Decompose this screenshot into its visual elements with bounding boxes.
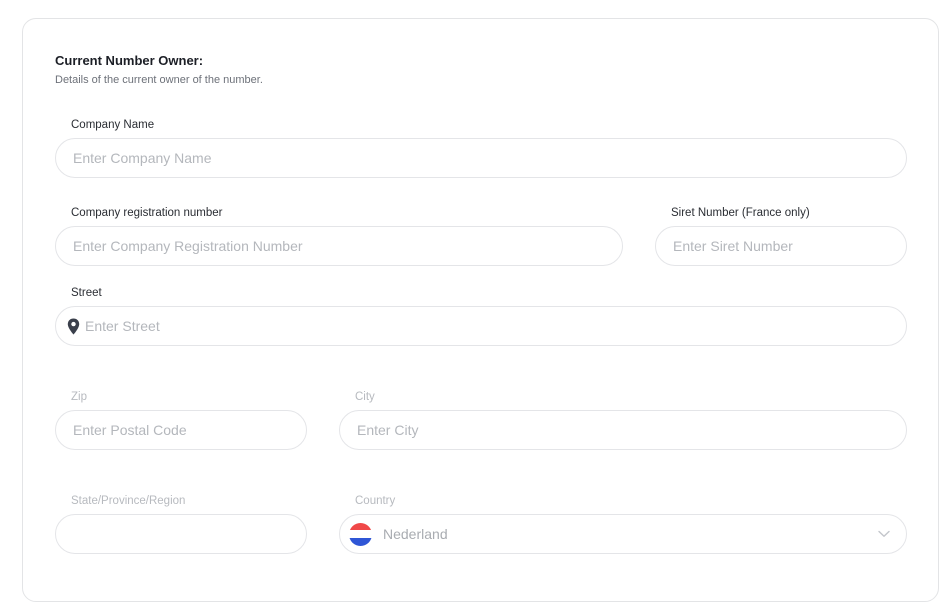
country-label: Country: [355, 495, 396, 507]
state-input[interactable]: [73, 515, 292, 553]
state-field[interactable]: [55, 514, 307, 554]
zip-input[interactable]: [73, 411, 292, 449]
city-label: City: [355, 391, 375, 403]
street-label: Street: [71, 287, 102, 299]
zip-label: Zip: [71, 391, 87, 403]
chevron-down-icon[interactable]: [878, 530, 890, 538]
siret-number-input[interactable]: [673, 227, 892, 265]
street-input[interactable]: [85, 307, 892, 345]
siret-number-label: Siret Number (France only): [671, 207, 810, 219]
netherlands-flag-icon: [349, 522, 372, 546]
city-input[interactable]: [357, 411, 892, 449]
country-select[interactable]: Nederland: [339, 514, 907, 554]
registration-number-input[interactable]: [73, 227, 608, 265]
city-field[interactable]: [339, 410, 907, 450]
registration-number-label: Company registration number: [71, 207, 223, 219]
registration-number-field[interactable]: [55, 226, 623, 266]
state-label: State/Province/Region: [71, 495, 186, 507]
company-name-label: Company Name: [71, 119, 155, 131]
company-name-field[interactable]: [55, 138, 907, 178]
zip-field[interactable]: [55, 410, 307, 450]
location-pin-icon: [67, 318, 80, 335]
street-field[interactable]: [55, 306, 907, 346]
section-subtitle: Details of the current owner of the numb…: [55, 74, 263, 86]
siret-number-field[interactable]: [655, 226, 907, 266]
country-selected-value: Nederland: [383, 526, 448, 542]
company-name-input[interactable]: [73, 139, 892, 177]
section-title: Current Number Owner:: [55, 53, 204, 68]
